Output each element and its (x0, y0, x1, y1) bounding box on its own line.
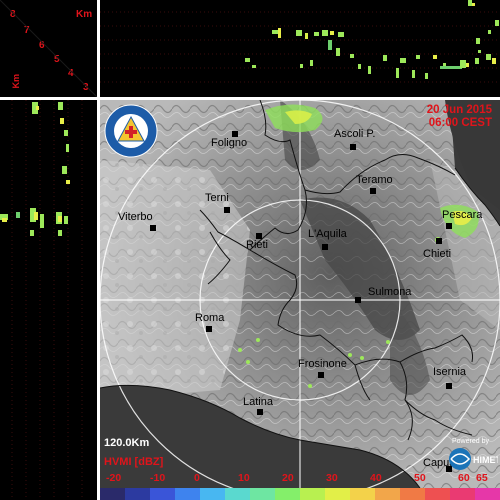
colorbar-tick-label: 40 (370, 472, 382, 484)
colorbar-tick-label: 50 (414, 472, 426, 484)
ew-cross-section-panel (100, 0, 500, 97)
city-label-terni: Terni (205, 192, 229, 204)
city-marker-viterbo (150, 225, 156, 231)
city-label-frosinone: Frosinone (298, 358, 347, 370)
colorbar-swatch (325, 488, 350, 500)
city-label-rieti: Rieti (246, 239, 269, 251)
colorbar (100, 488, 500, 500)
city-marker-latina (257, 409, 263, 415)
height-scale-panel: Km 8 7 6 5 4 3 Km (0, 0, 97, 97)
himet-logo: HIMET (449, 448, 498, 470)
colorbar-tick-label: 0 (194, 472, 200, 484)
terrain-map (100, 100, 500, 488)
colorbar-tick-label: 10 (238, 472, 250, 484)
radar-screen: Km 8 7 6 5 4 3 Km Foligno Ascoli P. Tera… (0, 0, 500, 500)
ew-cross-section-echoes (100, 0, 500, 83)
city-label-roma: Roma (195, 312, 225, 324)
city-label-latina: Latina (243, 396, 273, 408)
city-label-viterbo: Viterbo (118, 211, 153, 223)
colorbar-swatch (200, 488, 225, 500)
city-marker-laquila (322, 244, 328, 250)
ns-cross-section-panel (0, 100, 97, 500)
colorbar-swatch (400, 488, 425, 500)
colorbar-swatch (250, 488, 275, 500)
colorbar-swatch (375, 488, 400, 500)
colorbar-tick-label: 30 (326, 472, 338, 484)
colorbar-swatch (475, 488, 500, 500)
colorbar-swatch (425, 488, 450, 500)
colorbar-swatch (225, 488, 250, 500)
city-marker-isernia (446, 383, 452, 389)
colorbar-tick-label: -20 (106, 472, 122, 484)
city-label-pescara: Pescara (442, 209, 483, 221)
colorbar-swatch (350, 488, 375, 500)
colorbar-tick-label: 20 (282, 472, 294, 484)
city-marker-ascoli (350, 144, 356, 150)
colorbar-swatch (300, 488, 325, 500)
colorbar-swatch (450, 488, 475, 500)
colorbar-swatch (125, 488, 150, 500)
date-label: 20 Jun 2015 (426, 104, 492, 116)
colorbar-swatch (175, 488, 200, 500)
city-label-chieti: Chieti (423, 248, 452, 260)
datetime-stamp: 20 Jun 2015 06:00 CEST (427, 104, 492, 130)
city-label-teramo: Teramo (356, 174, 393, 186)
colorbar-tick-label: 65 (476, 472, 488, 484)
colorbar-tick-label: -10 (150, 472, 166, 484)
city-marker-terni (224, 207, 230, 213)
height-diagonal (0, 0, 97, 97)
city-marker-frosinone (318, 372, 324, 378)
svg-text:HIMET: HIMET (473, 455, 498, 465)
time-label: 06:00 CEST (428, 117, 492, 129)
protezione-civile-logo (104, 104, 158, 158)
colorbar-swatch (100, 488, 125, 500)
range-scale-label: 120.0Km (104, 437, 150, 449)
city-label-isernia: Isernia (433, 366, 467, 378)
city-marker-teramo (370, 188, 376, 194)
city-marker-chieti (436, 238, 442, 244)
powered-by-label: Powered by (452, 438, 489, 445)
colorbar-tick-label: 60 (458, 472, 470, 484)
units-label: HVMI [dBZ] (104, 456, 164, 468)
city-marker-roma (206, 326, 212, 332)
city-label-laquila: L'Aquila (308, 228, 347, 240)
city-marker-sulmona (355, 297, 361, 303)
radar-map (100, 100, 500, 488)
ns-cross-section-echoes (0, 100, 83, 500)
city-label-foligno: Foligno (211, 137, 248, 149)
colorbar-swatch (150, 488, 175, 500)
colorbar-ticks: -20 -10 0 10 20 30 40 50 60 65 (100, 472, 500, 486)
colorbar-swatch (275, 488, 300, 500)
city-label-ascoli: Ascoli P. (334, 128, 376, 140)
city-label-sulmona: Sulmona (368, 286, 412, 298)
city-marker-pescara (446, 223, 452, 229)
